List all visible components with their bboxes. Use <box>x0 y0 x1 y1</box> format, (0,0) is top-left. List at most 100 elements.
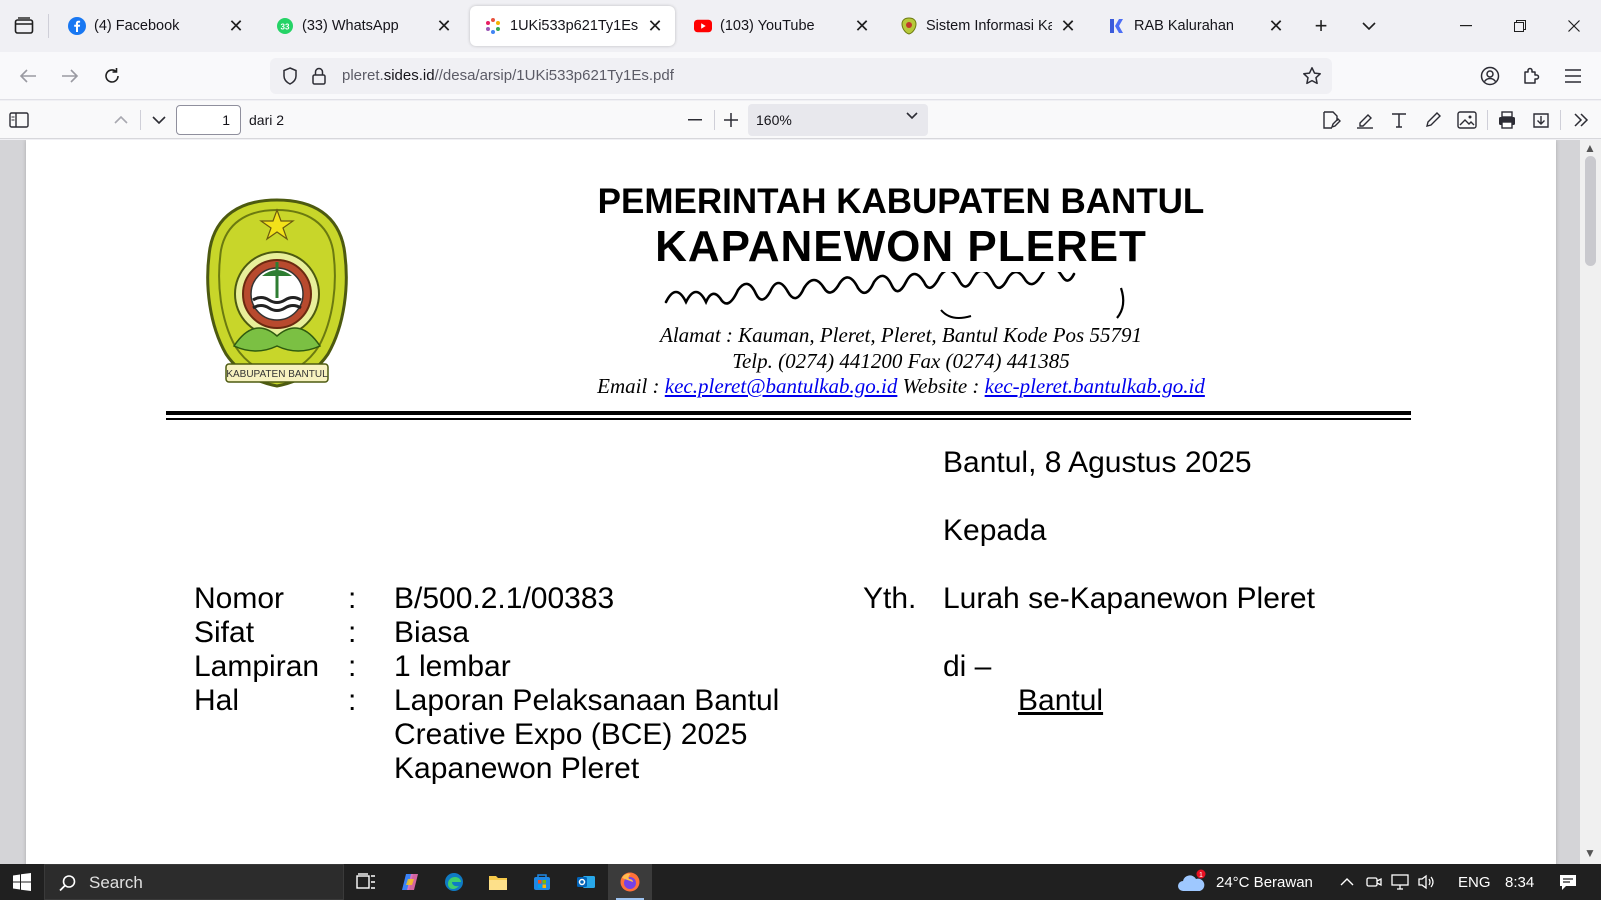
next-page-button[interactable] <box>144 105 174 135</box>
edit-pdf-button[interactable] <box>1316 105 1346 135</box>
windows-taskbar: Search 1 24°C Berawan ENG 8:34 <box>0 864 1601 900</box>
tab-facebook[interactable]: (4) Facebook ✕ <box>54 6 256 46</box>
vertical-scrollbar[interactable]: ▲ ▼ <box>1580 140 1601 864</box>
close-tab-icon[interactable]: ✕ <box>645 16 665 36</box>
add-text-button[interactable] <box>1384 105 1414 135</box>
zoom-select[interactable]: 160% <box>748 104 928 136</box>
meet-now-button[interactable] <box>1361 864 1387 900</box>
printer-icon <box>1499 111 1515 129</box>
puzzle-icon <box>1524 67 1540 84</box>
file-explorer-button[interactable] <box>476 864 520 900</box>
input-language[interactable]: ENG <box>1458 874 1491 891</box>
forward-button[interactable] <box>54 60 86 92</box>
speaker-icon <box>1418 874 1434 890</box>
bookmark-star-icon[interactable] <box>1302 66 1322 91</box>
field-value-hal: Laporan Pelaksanaan Bantul <box>394 684 780 717</box>
website-link[interactable]: kec-pleret.bantulkab.go.id <box>985 374 1205 398</box>
field-label-sifat: Sifat <box>194 616 255 649</box>
letterhead-rule-thick <box>166 411 1411 415</box>
image-icon <box>1457 111 1477 129</box>
minimize-button[interactable] <box>1439 0 1493 52</box>
svg-text:33: 33 <box>281 23 290 32</box>
tab-youtube[interactable]: (103) YouTube ✕ <box>680 6 882 46</box>
tab-rab-kalurahan[interactable]: RAB Kalurahan ✕ <box>1094 6 1296 46</box>
pdf-viewer[interactable]: KABUPATEN BANTUL PEMERINTAH KABUPATEN BA… <box>0 140 1601 864</box>
close-icon <box>1568 20 1580 32</box>
scroll-up-arrow-icon[interactable]: ▲ <box>1584 141 1596 155</box>
zoom-in-button[interactable] <box>716 105 746 135</box>
outlook-button[interactable] <box>564 864 608 900</box>
list-all-tabs-button[interactable] <box>8 10 40 42</box>
field-colon: : <box>348 616 357 649</box>
print-button[interactable] <box>1492 105 1522 135</box>
new-tab-button[interactable]: + <box>1305 10 1337 42</box>
recipient-place: Bantul <box>1018 684 1104 717</box>
close-window-button[interactable] <box>1547 0 1601 52</box>
add-image-button[interactable] <box>1452 105 1482 135</box>
tab-separator <box>48 14 49 38</box>
clock-time[interactable]: 8:34 <box>1505 874 1534 891</box>
network-button[interactable] <box>1387 864 1413 900</box>
previous-page-button[interactable] <box>106 105 136 135</box>
tab-overflow-button[interactable] <box>1353 10 1385 42</box>
reload-icon <box>105 68 119 83</box>
hamburger-menu-icon <box>1565 69 1581 83</box>
extensions-button[interactable] <box>1515 60 1547 92</box>
weather-text[interactable]: 24°C Berawan <box>1216 874 1313 891</box>
bantul-crest-icon <box>900 17 918 35</box>
back-button[interactable] <box>12 60 44 92</box>
close-tab-icon[interactable]: ✕ <box>1058 16 1078 36</box>
tools-overflow-button[interactable] <box>1566 105 1596 135</box>
task-view-button[interactable] <box>344 864 388 900</box>
volume-button[interactable] <box>1413 864 1439 900</box>
taskbar-search-box[interactable]: Search <box>44 864 344 900</box>
scroll-down-arrow-icon[interactable]: ▼ <box>1584 846 1596 860</box>
navigation-bar: pleret.sides.id//desa/arsip/1UKi533p621T… <box>0 52 1601 100</box>
tab-pdf-active[interactable]: 1UKi533p621Ty1Es.pdf ✕ <box>470 6 675 46</box>
field-colon: : <box>348 684 357 717</box>
outlook-icon <box>577 876 595 888</box>
lock-icon[interactable] <box>312 67 326 90</box>
toggle-sidebar-button[interactable] <box>4 105 34 135</box>
copilot-button[interactable] <box>388 864 432 900</box>
field-colon: : <box>348 582 357 615</box>
save-download-button[interactable] <box>1526 105 1556 135</box>
letterhead-contact: Email : kec.pleret@bantulkab.go.id Websi… <box>386 374 1416 399</box>
camera-icon <box>1366 877 1382 887</box>
restore-button[interactable] <box>1493 0 1547 52</box>
yth-label: Yth. <box>863 582 917 615</box>
email-link[interactable]: kec.pleret@bantulkab.go.id <box>665 374 898 398</box>
start-button[interactable] <box>0 864 44 900</box>
scrollbar-thumb[interactable] <box>1585 156 1596 266</box>
close-tab-icon[interactable]: ✕ <box>226 16 246 36</box>
chevron-down-icon <box>1362 22 1376 30</box>
bantul-regency-crest-logo: KABUPATEN BANTUL <box>206 198 348 388</box>
app-menu-button[interactable] <box>1557 60 1589 92</box>
show-hidden-icons-button[interactable] <box>1333 864 1361 900</box>
tab-label: (4) Facebook <box>94 18 180 34</box>
microsoft-store-button[interactable] <box>520 864 564 900</box>
field-value-lampiran: 1 lembar <box>394 650 511 683</box>
tab-whatsapp[interactable]: 33 (33) WhatsApp ✕ <box>262 6 464 46</box>
page-number-input[interactable]: 1 <box>176 105 241 135</box>
minus-icon <box>688 119 702 121</box>
firefox-button[interactable] <box>608 864 652 900</box>
chevron-down-icon <box>906 112 918 120</box>
highlight-button[interactable] <box>1350 105 1380 135</box>
zoom-out-button[interactable] <box>680 105 710 135</box>
account-button[interactable] <box>1474 60 1506 92</box>
recipient-name: Lurah se-Kapanewon Pleret <box>943 582 1315 615</box>
close-tab-icon[interactable]: ✕ <box>434 16 454 36</box>
address-bar[interactable]: pleret.sides.id//desa/arsip/1UKi533p621T… <box>270 58 1332 94</box>
tab-sistem-informasi[interactable]: Sistem Informasi Kalur ✕ <box>886 6 1088 46</box>
url-text[interactable]: pleret.sides.id//desa/arsip/1UKi533p621T… <box>342 67 674 84</box>
notifications-button[interactable] <box>1546 864 1590 900</box>
close-tab-icon[interactable]: ✕ <box>1266 16 1286 36</box>
edge-button[interactable] <box>432 864 476 900</box>
url-path: //desa/arsip/1UKi533p621Ty1Es.pdf <box>434 67 674 84</box>
tracking-protection-shield-icon[interactable] <box>282 67 298 90</box>
close-tab-icon[interactable]: ✕ <box>852 16 872 36</box>
weather-widget-icon-button[interactable]: 1 <box>1172 864 1212 900</box>
reload-button[interactable] <box>96 60 128 92</box>
draw-button[interactable] <box>1418 105 1448 135</box>
